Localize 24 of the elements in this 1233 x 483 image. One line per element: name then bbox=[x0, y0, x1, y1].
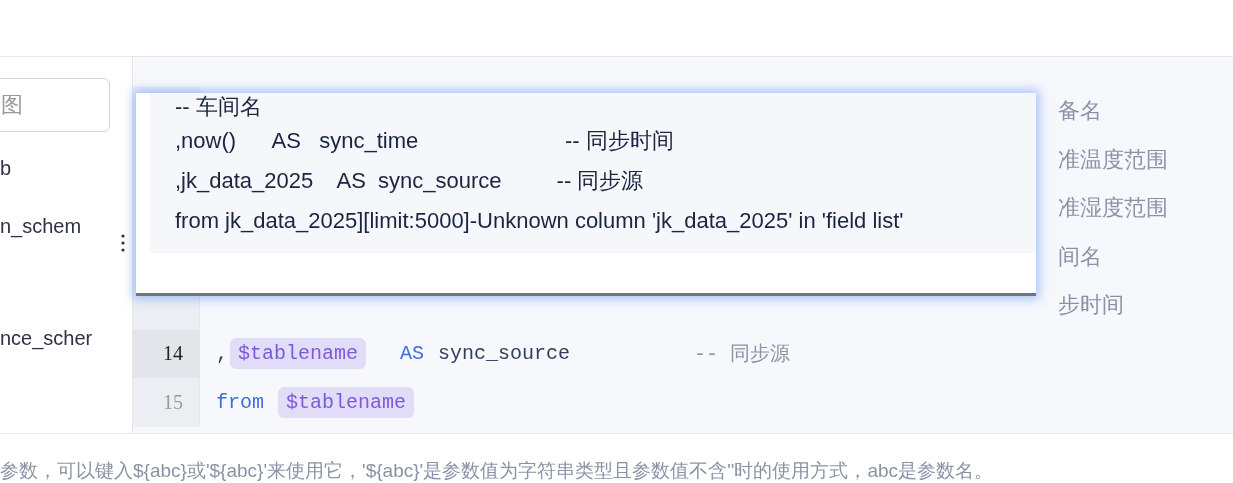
sidebar-item[interactable]: n_schem bbox=[0, 190, 132, 248]
code-token: from bbox=[216, 390, 264, 414]
search-field[interactable]: 图 bbox=[0, 78, 110, 132]
comment-text: 准温度范围 bbox=[1058, 145, 1168, 174]
code-token: , bbox=[216, 342, 228, 366]
drag-handle-icon[interactable] bbox=[121, 233, 125, 253]
error-text: -- 车间名 bbox=[175, 93, 263, 121]
comment-text: 步时间 bbox=[1058, 291, 1124, 320]
error-text: ,jk_data_2025 AS sync_source -- 同步源 bbox=[175, 167, 645, 195]
code-token: $tablename bbox=[230, 338, 367, 370]
line-number: 14 bbox=[133, 329, 200, 378]
line-number: 15 bbox=[133, 378, 200, 427]
sidebar-item[interactable]: nce_scher bbox=[0, 302, 132, 360]
comment-text: 准湿度范围 bbox=[1058, 194, 1168, 223]
comment-text: 间名 bbox=[1058, 242, 1102, 271]
code-token: sync_source bbox=[438, 342, 571, 366]
code-token: $tablename bbox=[278, 386, 415, 418]
hint-text: 参数，可以键入${abc}或'${abc}'来使用它，'${abc}'是参数值为字符串类型且参数值不含''时的使用方式，abc是参数名。 bbox=[0, 460, 994, 481]
error-text: from jk_data_2025][limit:5000]-Unknown column 'jk_data_2025' in 'field list' bbox=[175, 207, 905, 235]
code-token: AS bbox=[400, 342, 425, 366]
code-token: -- 同步源 bbox=[694, 342, 791, 368]
comment-text: 备名 bbox=[1058, 97, 1102, 126]
error-text: ,now() AS sync_time -- 同步时间 bbox=[175, 127, 675, 155]
sidebar-item[interactable]: b bbox=[0, 132, 132, 190]
